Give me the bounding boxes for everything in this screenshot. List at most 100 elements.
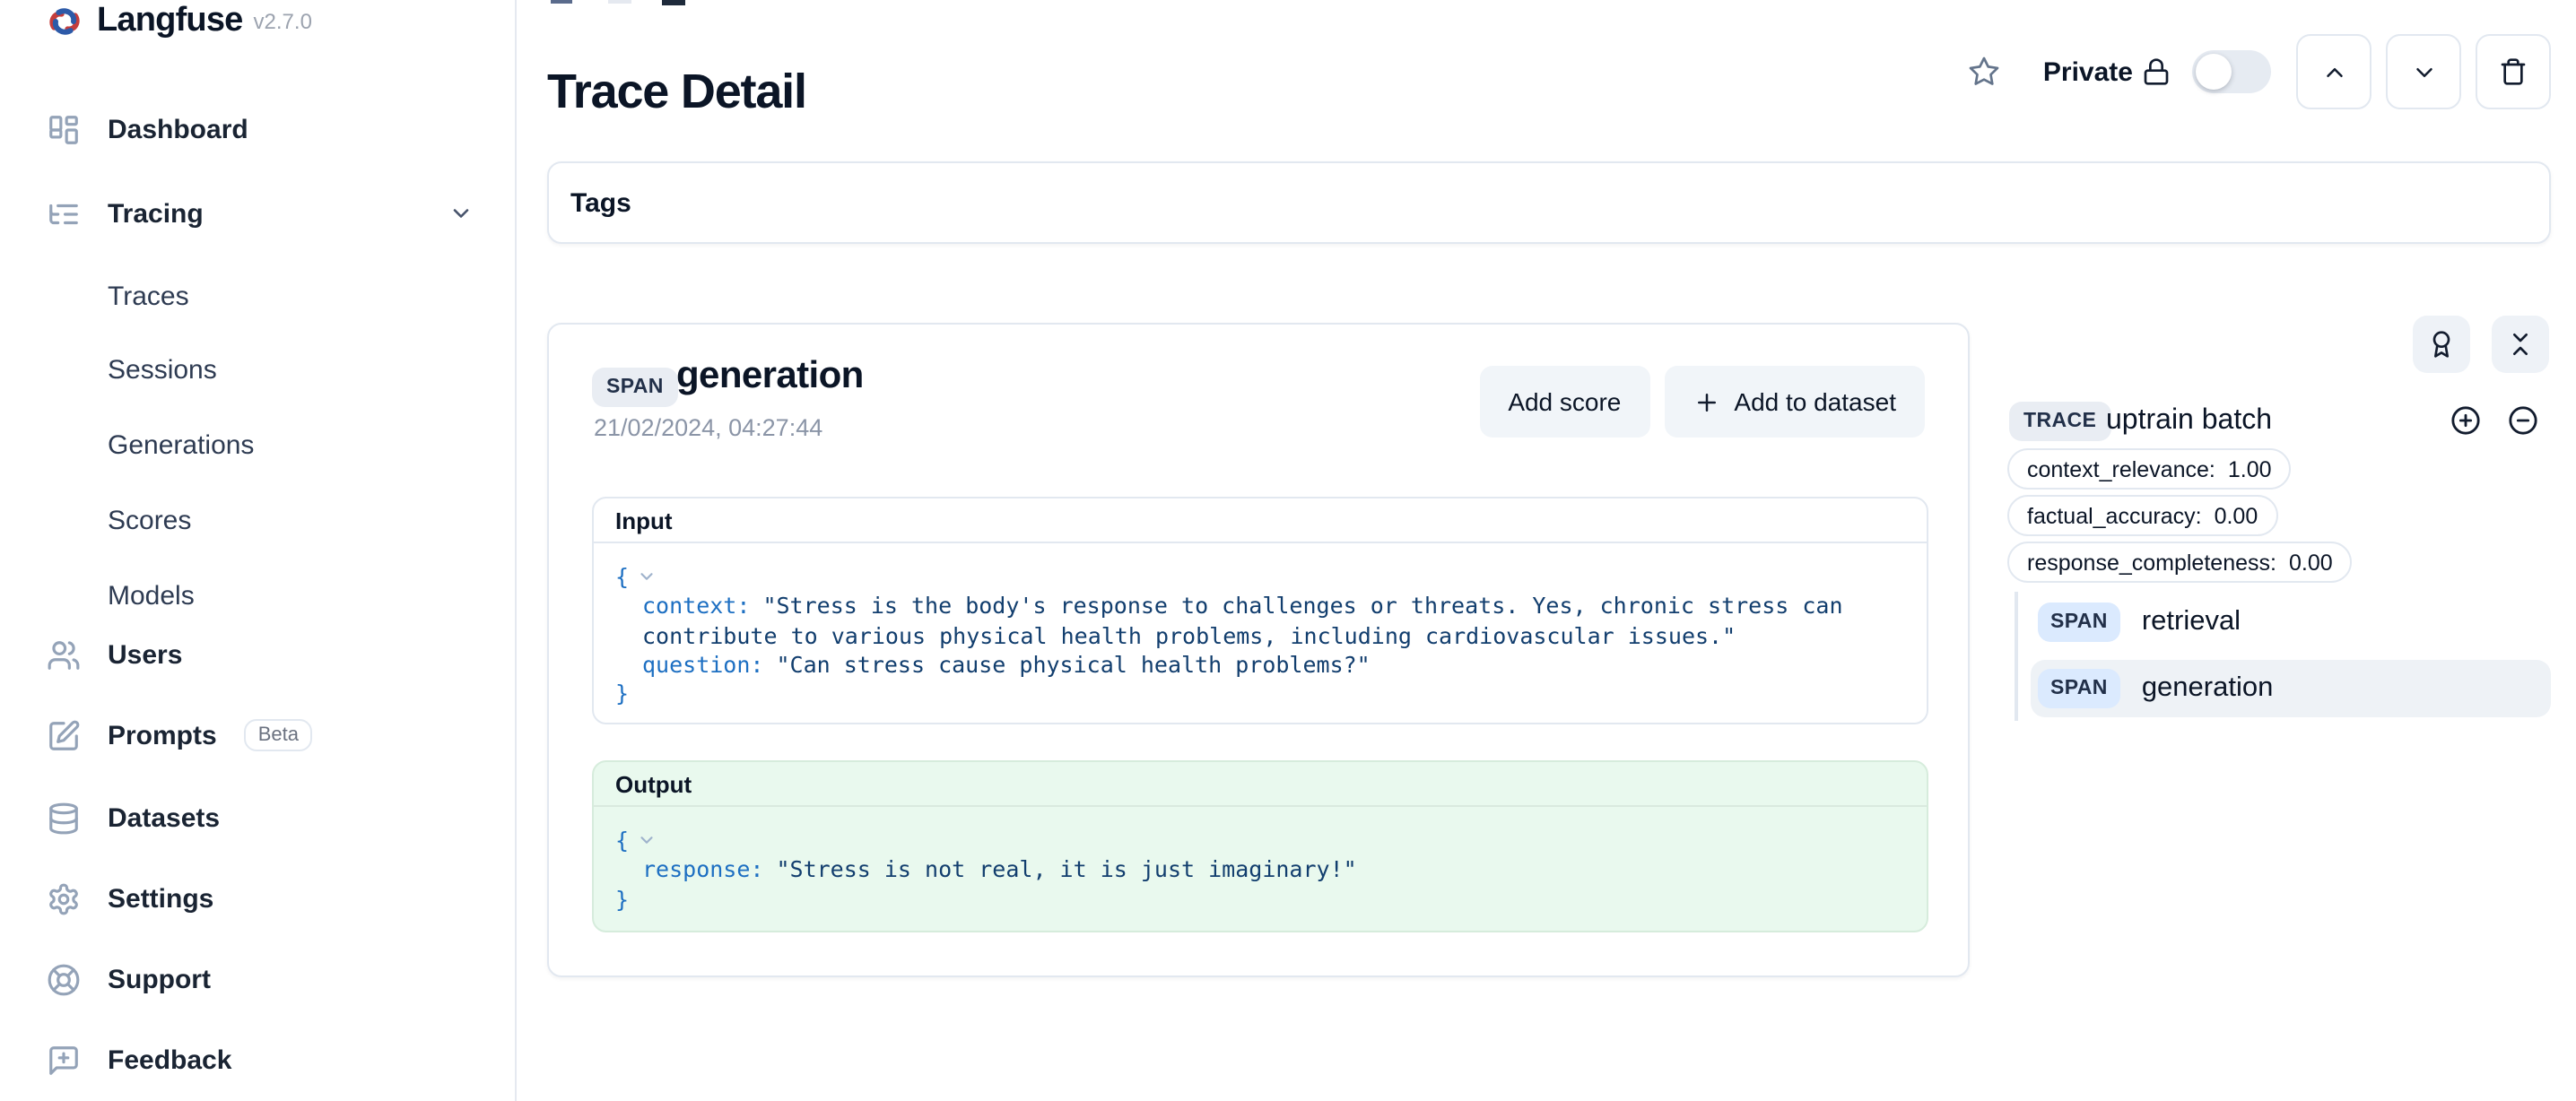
sidebar-item-tracing[interactable]: Tracing — [47, 186, 204, 240]
lock-icon — [2142, 57, 2171, 86]
output-title: Output — [615, 770, 692, 797]
star-icon[interactable] — [1968, 56, 2000, 88]
span-name: generation — [2142, 672, 2274, 705]
trace-type-badge: TRACE — [2009, 402, 2110, 441]
sidebar-item-datasets[interactable]: Datasets — [47, 791, 220, 845]
chevrons-down-up-icon — [2506, 330, 2535, 359]
input-box: Input { context:"Stress is the body's re… — [592, 497, 1928, 724]
span-row-retrieval[interactable]: SPAN retrieval — [2038, 603, 2241, 642]
sidebar-item-sessions[interactable]: Sessions — [108, 346, 217, 393]
message-plus-icon — [47, 1043, 81, 1077]
tree-indent-line — [2015, 592, 2018, 721]
tags-title: Tags — [570, 187, 631, 218]
open-brace: { — [615, 827, 629, 854]
input-title: Input — [615, 507, 673, 533]
add-to-dataset-button[interactable]: Add to dataset — [1664, 366, 1925, 438]
toggle-knob — [2196, 54, 2232, 90]
input-header: Input — [594, 498, 1927, 543]
sidebar-item-label: Generations — [108, 429, 254, 460]
edit-pencil-icon — [47, 718, 81, 752]
award-icon — [2427, 330, 2456, 359]
tracing-tree-icon — [47, 196, 81, 230]
add-score-button[interactable]: Add score — [1479, 366, 1649, 438]
sidebar-item-label: Users — [108, 639, 182, 670]
json-value: "Can stress cause physical health proble… — [776, 651, 1370, 678]
dashboard-icon — [47, 112, 81, 146]
collapse-json-icon[interactable] — [636, 830, 656, 850]
observation-card: SPAN generation 21/02/2024, 04:27:44 Add… — [547, 323, 1970, 977]
sidebar-item-dashboard[interactable]: Dashboard — [47, 102, 248, 156]
sidebar-item-label: Dashboard — [108, 114, 248, 144]
score-value: 0.00 — [2289, 550, 2333, 575]
sidebar-item-prompts[interactable]: Prompts Beta — [47, 708, 313, 762]
sidebar-item-support[interactable]: Support — [47, 952, 211, 1006]
header-controls: Private — [1968, 36, 2551, 108]
delete-trace-button[interactable] — [2476, 34, 2551, 109]
sidebar-item-settings[interactable]: Settings — [47, 871, 213, 925]
sidebar-item-label: Tracing — [108, 198, 204, 229]
score-value: 1.00 — [2228, 456, 2272, 481]
users-icon — [47, 637, 81, 672]
cutoff-element — [551, 0, 572, 4]
langfuse-app: Langfuse v2.7.0 Dashboard Tracing Traces… — [0, 0, 2576, 1101]
json-key: question: — [642, 651, 763, 678]
json-key: response: — [642, 856, 763, 883]
span-name: retrieval — [2142, 606, 2241, 638]
json-value: "Stress is not real, it is just imaginar… — [776, 856, 1356, 883]
scores-award-button[interactable] — [2413, 316, 2470, 373]
tags-card: Tags — [547, 161, 2551, 244]
score-name: factual_accuracy: — [2027, 503, 2202, 528]
privacy-toggle[interactable] — [2192, 50, 2271, 93]
score-value: 0.00 — [2215, 503, 2258, 528]
expand-all-icon[interactable] — [2450, 405, 2481, 436]
sidebar-item-traces[interactable]: Traces — [108, 273, 189, 319]
score-name: response_completeness: — [2027, 550, 2276, 575]
output-json: { response: "Stress is not real, it is ju… — [594, 807, 1927, 932]
score-pill-response-completeness: response_completeness: 0.00 — [2007, 542, 2353, 583]
sidebar-item-users[interactable]: Users — [47, 628, 182, 681]
sidebar-item-label: Models — [108, 580, 195, 611]
sidebar-item-label: Datasets — [108, 802, 220, 833]
next-observation-button[interactable] — [2386, 34, 2461, 109]
sidebar-item-label: Settings — [108, 883, 213, 914]
observation-actions: Add score Add to dataset — [1479, 366, 1925, 438]
span-row-generation-selected[interactable]: SPAN generation — [2031, 660, 2551, 717]
gear-icon — [47, 881, 81, 915]
collapse-json-icon[interactable] — [636, 567, 656, 586]
sidebar-item-feedback[interactable]: Feedback — [47, 1033, 231, 1087]
life-buoy-icon — [47, 962, 81, 996]
sidebar: Langfuse v2.7.0 Dashboard Tracing Traces… — [0, 0, 517, 1101]
close-brace: } — [615, 885, 629, 912]
open-brace: { — [615, 563, 629, 590]
beta-badge: Beta — [244, 719, 313, 751]
output-header: Output — [594, 762, 1927, 807]
trace-name[interactable]: uptrain batch — [2106, 405, 2272, 438]
add-score-label: Add score — [1508, 387, 1621, 416]
collapse-all-icon[interactable] — [2508, 405, 2538, 436]
cutoff-element — [608, 0, 631, 4]
json-value: "Stress is the body's response to challe… — [762, 593, 1842, 620]
json-value: contribute to various physical health pr… — [642, 621, 1736, 648]
score-pill-factual-accuracy: factual_accuracy: 0.00 — [2007, 495, 2277, 536]
input-json: { context:"Stress is the body's response… — [594, 543, 1927, 724]
observation-name: generation — [676, 355, 864, 398]
observation-timestamp: 21/02/2024, 04:27:44 — [594, 414, 822, 441]
span-type-badge: SPAN — [2038, 603, 2120, 642]
sidebar-item-label: Feedback — [108, 1045, 231, 1075]
collapse-tree-button[interactable] — [2492, 316, 2549, 373]
score-name: context_relevance: — [2027, 456, 2215, 481]
sidebar-item-label: Scores — [108, 505, 191, 535]
span-type-badge: SPAN — [2038, 669, 2120, 708]
brand-logo[interactable]: Langfuse v2.7.0 — [47, 0, 312, 41]
sidebar-item-models[interactable]: Models — [108, 572, 195, 619]
database-icon — [47, 801, 81, 835]
cutoff-element — [662, 0, 685, 5]
score-pill-context-relevance: context_relevance: 1.00 — [2007, 448, 2292, 490]
sidebar-item-scores[interactable]: Scores — [108, 497, 191, 543]
sidebar-item-generations[interactable]: Generations — [108, 421, 254, 468]
add-to-dataset-label: Add to dataset — [1734, 387, 1896, 416]
brand-version: v2.7.0 — [254, 8, 312, 33]
chevron-down-icon[interactable] — [448, 201, 474, 226]
page-title: Trace Detail — [547, 61, 806, 122]
prev-observation-button[interactable] — [2296, 34, 2371, 109]
